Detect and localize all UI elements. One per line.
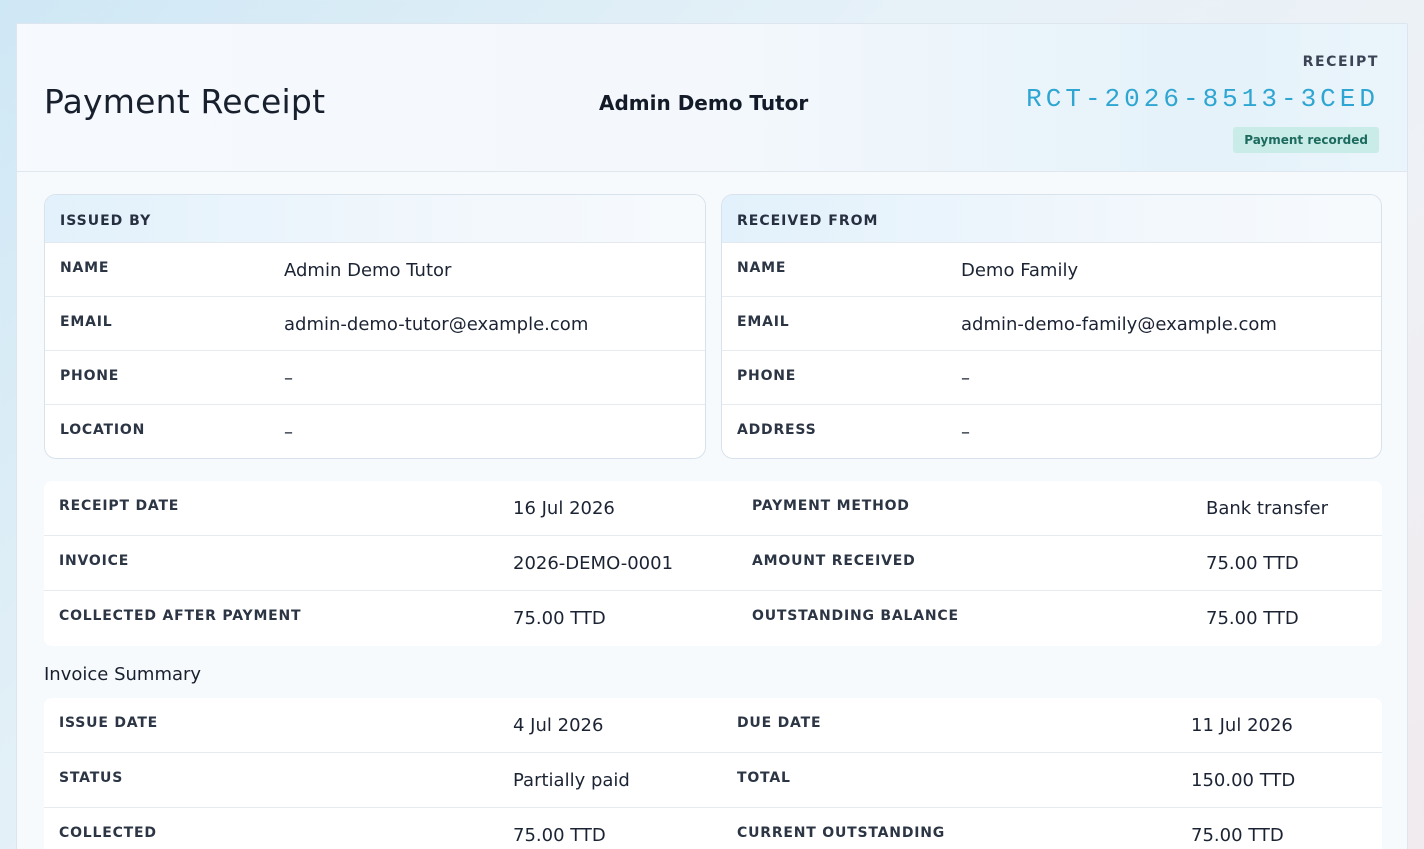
summary-row: ISSUE DATE 4 Jul 2026 DUE DATE 11 Jul 20… [44,698,1382,753]
field-label: LOCATION [60,422,146,438]
issued-by-heading: ISSUED BY [45,195,705,243]
detail-label: AMOUNT RECEIVED [752,553,916,569]
received-from-heading: RECEIVED FROM [722,195,1381,243]
detail-label: RECEIPT DATE [59,498,180,514]
detail-value: Bank transfer [1206,498,1329,519]
field-value: admin-demo-family@example.com [961,314,1277,335]
detail-row: RECEIPT DATE 16 Jul 2026 PAYMENT METHOD … [44,481,1382,536]
detail-label: PAYMENT METHOD [752,498,910,514]
summary-row: STATUS Partially paid TOTAL 150.00 TTD [44,753,1382,808]
field-value: – [961,368,970,389]
field-label: EMAIL [60,314,113,330]
payment-details-grid: RECEIPT DATE 16 Jul 2026 PAYMENT METHOD … [44,481,1382,646]
received-from-name-row: NAME Demo Family [722,243,1381,297]
receipt-card: Payment Receipt Admin Demo Tutor RECEIPT… [16,23,1408,849]
detail-value: 75.00 TTD [513,608,606,629]
detail-value: 2026-DEMO-0001 [513,553,674,574]
summary-value: 11 Jul 2026 [1191,715,1293,736]
detail-label: COLLECTED AFTER PAYMENT [59,608,302,624]
summary-value: 4 Jul 2026 [513,715,604,736]
issued-by-name-row: NAME Admin Demo Tutor [45,243,705,297]
received-from-email-row: EMAIL admin-demo-family@example.com [722,297,1381,351]
summary-label: TOTAL [737,770,791,786]
received-from-address-row: ADDRESS – [722,405,1381,458]
detail-value: 75.00 TTD [1206,608,1299,629]
summary-label: STATUS [59,770,124,786]
received-from-panel: RECEIVED FROM NAME Demo Family EMAIL adm… [721,194,1382,459]
detail-value: 16 Jul 2026 [513,498,615,519]
field-label: NAME [737,260,787,276]
summary-value: 75.00 TTD [513,825,606,846]
field-value: admin-demo-tutor@example.com [284,314,589,335]
field-value: – [284,368,293,389]
summary-label: CURRENT OUTSTANDING [737,825,946,841]
summary-label: COLLECTED [59,825,157,841]
field-value: Demo Family [961,260,1079,281]
summary-label: ISSUE DATE [59,715,159,731]
issued-by-location-row: LOCATION – [45,405,705,458]
field-value: – [284,422,293,443]
page-title: Payment Receipt [44,82,326,121]
issued-by-panel: ISSUED BY NAME Admin Demo Tutor EMAIL ad… [44,194,706,459]
receipt-number: RCT-2026-8513-3CED [1026,84,1379,114]
detail-row: INVOICE 2026-DEMO-0001 AMOUNT RECEIVED 7… [44,536,1382,591]
field-label: EMAIL [737,314,790,330]
detail-value: 75.00 TTD [1206,553,1299,574]
tutor-name: Admin Demo Tutor [599,91,809,115]
field-label: NAME [60,260,110,276]
detail-row: COLLECTED AFTER PAYMENT 75.00 TTD OUTSTA… [44,591,1382,646]
field-label: PHONE [737,368,797,384]
detail-label: OUTSTANDING BALANCE [752,608,959,624]
field-label: ADDRESS [737,422,817,438]
field-value: – [961,422,970,443]
field-label: PHONE [60,368,120,384]
field-value: Admin Demo Tutor [284,260,452,281]
receipt-header: Payment Receipt Admin Demo Tutor RECEIPT… [17,24,1407,172]
summary-value: 150.00 TTD [1191,770,1296,791]
status-badge: Payment recorded [1233,127,1379,153]
issued-by-phone-row: PHONE – [45,351,705,405]
invoice-summary-grid: ISSUE DATE 4 Jul 2026 DUE DATE 11 Jul 20… [44,698,1382,849]
summary-row: COLLECTED 75.00 TTD CURRENT OUTSTANDING … [44,808,1382,849]
receipt-label: RECEIPT [1302,54,1379,70]
summary-label: DUE DATE [737,715,822,731]
issued-by-email-row: EMAIL admin-demo-tutor@example.com [45,297,705,351]
invoice-summary-title: Invoice Summary [44,664,202,685]
summary-value: 75.00 TTD [1191,825,1284,846]
detail-label: INVOICE [59,553,130,569]
summary-value: Partially paid [513,770,630,791]
received-from-phone-row: PHONE – [722,351,1381,405]
